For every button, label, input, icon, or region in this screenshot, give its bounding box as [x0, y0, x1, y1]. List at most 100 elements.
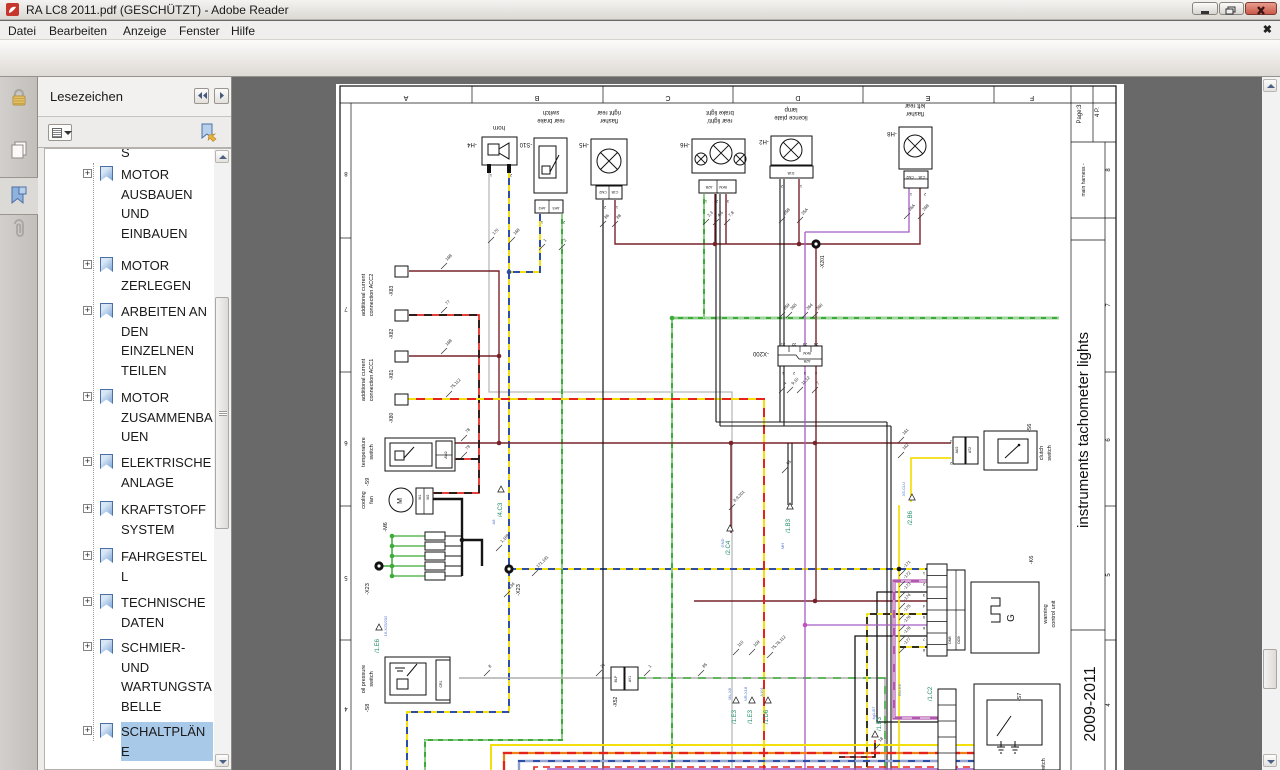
wiring-diagram-page[interactable]: 1701681286882,34,57,825B25A26A26B16B7716… [232, 77, 1279, 770]
diagram-label: C1B [611, 190, 618, 194]
attachments-paperclip-icon[interactable] [7, 218, 31, 242]
scroll-up-icon[interactable] [215, 150, 229, 163]
component-flasher-left-rear [899, 127, 932, 188]
menu-datei[interactable]: Datei [4, 23, 40, 39]
pages-panel-icon[interactable] [7, 138, 31, 162]
diagram-label: 24 [814, 342, 818, 346]
bookmark-item[interactable]: +MOTOR ZUSAMMENBAUEN [45, 388, 221, 447]
diagram-label: CM2 [599, 190, 606, 194]
diagram-label: 4 P. [1095, 107, 1101, 117]
window-title: RA LC8 2011.pdf (GESCHÜTZT) - Adobe Read… [26, 3, 289, 17]
collapse-panel-icon[interactable] [194, 88, 209, 104]
menu-anzeige[interactable]: Anzeige [119, 23, 170, 39]
diagram-label: /1.D6 [764, 709, 770, 724]
close-button[interactable] [1245, 2, 1277, 15]
scroll-down-icon[interactable] [1263, 754, 1277, 767]
sidebar-scrollbar[interactable] [214, 149, 231, 769]
diagram-label: 3 [804, 371, 806, 375]
bookmark-item[interactable]: +ELEKTRISCHE ANLAGE [45, 453, 221, 492]
restore-button[interactable] [1219, 2, 1244, 15]
diagram-label: horn [493, 124, 505, 130]
diagram-label: AH2 [539, 206, 546, 210]
diagram-label: 2009-2011 [1082, 666, 1099, 741]
bookmark-icon [100, 303, 113, 318]
navigation-strip [0, 77, 38, 770]
diagram-label: DOB [957, 636, 961, 644]
new-bookmark-icon[interactable] [198, 122, 220, 149]
scrollbar-thumb[interactable] [1263, 649, 1277, 689]
diagram-label: AY1 [628, 676, 632, 682]
junction-dot [390, 574, 395, 579]
bookmark-item[interactable]: +MOTOR AUSBAUEN UND EINBAUEN [45, 165, 221, 243]
bookmark-item[interactable]: +MOTOR ZERLEGEN [45, 256, 221, 295]
expand-plus-icon[interactable]: + [83, 260, 92, 269]
close-pane-icon[interactable]: ✖ [1263, 23, 1272, 36]
bookmark-item-selected[interactable]: +SCHALTPLÄNE [45, 722, 221, 761]
diagram-label: F [1030, 94, 1034, 101]
expand-plus-icon[interactable]: + [83, 597, 92, 606]
junction-dot [670, 316, 675, 321]
junction-dot [713, 242, 718, 247]
expand-plus-icon[interactable]: + [83, 642, 92, 651]
diagram-label: additional current [361, 273, 367, 316]
menu-bearbeiten[interactable]: Bearbeiten [45, 23, 111, 39]
component-flasher-right-rear [591, 139, 627, 199]
diagram-label: -H5 [579, 141, 589, 147]
minimize-button[interactable] [1192, 2, 1218, 15]
scroll-up-icon[interactable] [1263, 79, 1277, 92]
title-bar[interactable]: RA LC8 2011.pdf (GESCHÜTZT) - Adobe Read… [0, 0, 1280, 20]
diagram-label: BKM [803, 351, 811, 355]
fuse-block [425, 532, 445, 580]
bookmark-item[interactable]: +TECHNISCHE DATEN [45, 593, 221, 632]
scroll-down-icon[interactable] [215, 754, 229, 767]
document-area[interactable]: 1701681286882,34,57,825B25A26A26B16B7716… [232, 77, 1280, 770]
scrollbar-thumb[interactable] [215, 297, 229, 529]
diagram-label: M1 [418, 495, 422, 500]
menu-hilfe[interactable]: Hilfe [227, 23, 259, 39]
menu-fenster[interactable]: Fenster [175, 23, 224, 39]
expand-plus-icon[interactable]: + [83, 726, 92, 735]
adobe-reader-window: RA LC8 2011.pdf (GESCHÜTZT) - Adobe Read… [0, 0, 1280, 770]
bookmark-item[interactable]: +KRAFTSTOFFSYSTEM [45, 500, 221, 539]
expand-plus-icon[interactable]: + [83, 457, 92, 466]
diagram-label: -H8 [887, 130, 897, 136]
diagram-label: -H6 [680, 141, 690, 147]
document-scrollbar[interactable] [1262, 77, 1280, 770]
diagram-label: -X23 [365, 583, 371, 595]
junction-ring-core [507, 567, 510, 570]
expand-plus-icon[interactable]: + [83, 169, 92, 178]
bookmark-item[interactable]: +FAHRGESTELL [45, 547, 221, 586]
security-lock-icon[interactable] [7, 86, 31, 110]
connector-x200 [778, 346, 822, 366]
diagram-label: -X82 [389, 329, 395, 340]
toolbar: / 429 100% Werkzeuge Signieren Kommentar [0, 40, 1280, 77]
bookmark-icon [100, 594, 113, 609]
bookmark-item[interactable]: +SCHMIER- UND WARTUNGSTABELLE [45, 638, 221, 716]
expand-plus-icon[interactable]: + [83, 392, 92, 401]
junction-dot [460, 538, 465, 543]
diagram-label: D [795, 94, 800, 101]
diagram-label: switch [1041, 758, 1047, 770]
expand-plus-icon[interactable]: + [83, 551, 92, 560]
bookmarks-panel-icon[interactable] [7, 183, 31, 207]
diagram-label: cooling [361, 491, 367, 508]
sidebar-header: Lesezeichen [38, 77, 231, 117]
diagram-label: /1.C2 [928, 686, 934, 701]
diagram-label: -H2 [759, 138, 769, 144]
diagram-label: -K6 [1029, 556, 1035, 565]
bookmark-icon [100, 501, 113, 516]
diagram-label: flasher [600, 117, 618, 123]
diagram-label: flasher [906, 110, 924, 116]
expand-plus-icon[interactable]: + [83, 504, 92, 513]
bookmark-options-button[interactable] [48, 124, 72, 141]
expand-plus-icon[interactable]: + [83, 306, 92, 315]
bookmark-icon [100, 389, 113, 404]
component-s7-switch [938, 684, 1060, 770]
diagram-label: left rear [905, 102, 925, 108]
panel-forward-icon[interactable] [214, 88, 229, 104]
diagram-label: /4.C3 [498, 502, 504, 517]
bookmark-item[interactable]: +ARBEITEN AN DEN EINZELNEN TEILEN [45, 302, 221, 380]
diagram-label: brake light [706, 109, 734, 115]
menu-bar: Datei Bearbeiten Anzeige Fenster Hilfe ✖ [0, 21, 1280, 40]
bookmark-item-partial[interactable]: S [121, 148, 130, 160]
